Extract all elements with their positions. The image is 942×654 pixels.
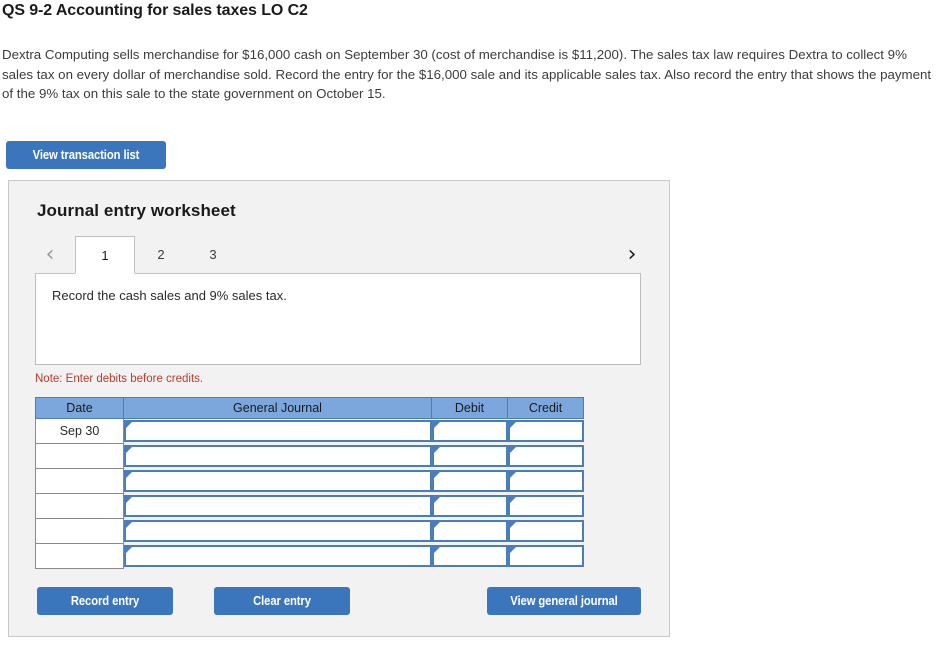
column-header-debit: Debit xyxy=(431,397,508,419)
date-cell[interactable] xyxy=(35,468,124,494)
column-header-credit: Credit xyxy=(507,397,584,419)
credit-cell xyxy=(507,518,584,544)
date-cell[interactable] xyxy=(35,443,124,469)
credit-cell xyxy=(507,543,584,569)
journal-entry-worksheet-panel: Journal entry worksheet ‹ 1 2 3 › Record… xyxy=(8,180,670,637)
credit-cell xyxy=(507,468,584,494)
debit-input[interactable] xyxy=(431,470,508,492)
general-journal-cell xyxy=(123,418,432,444)
debit-input[interactable] xyxy=(431,545,508,567)
column-header-general-journal: General Journal xyxy=(123,397,432,419)
table-row xyxy=(35,443,584,469)
debit-cell xyxy=(431,543,508,569)
date-cell[interactable] xyxy=(35,543,124,569)
table-row xyxy=(35,518,584,544)
credit-input[interactable] xyxy=(507,420,584,443)
table-row xyxy=(35,468,584,494)
record-entry-label: Record entry xyxy=(70,594,140,608)
view-general-journal-button[interactable]: View general journal xyxy=(487,587,641,615)
general-journal-input[interactable] xyxy=(124,545,432,567)
table-header-row: Date General Journal Debit Credit xyxy=(35,397,584,419)
general-journal-cell xyxy=(123,518,432,544)
worksheet-tab-1[interactable]: 1 xyxy=(75,236,135,274)
debit-input[interactable] xyxy=(431,445,508,467)
debit-cell xyxy=(431,443,508,469)
clear-entry-label: Clear entry xyxy=(253,594,311,608)
general-journal-input[interactable] xyxy=(124,470,432,492)
debit-input[interactable] xyxy=(431,495,508,517)
general-journal-input[interactable] xyxy=(124,520,432,542)
debit-input[interactable] xyxy=(431,420,508,443)
date-cell[interactable] xyxy=(35,518,124,544)
table-row xyxy=(35,493,584,519)
credit-input[interactable] xyxy=(507,520,584,542)
entry-description-box: Record the cash sales and 9% sales tax. xyxy=(35,274,641,365)
date-cell[interactable] xyxy=(35,493,124,519)
worksheet-tab-3[interactable]: 3 xyxy=(187,236,239,274)
debits-before-credits-note: Note: Enter debits before credits. xyxy=(35,373,204,385)
credit-input[interactable] xyxy=(507,470,584,492)
general-journal-input[interactable] xyxy=(124,495,432,517)
view-transaction-list-button[interactable]: View transaction list xyxy=(6,141,166,169)
debit-cell xyxy=(431,518,508,544)
question-body-text: Dextra Computing sells merchandise for $… xyxy=(2,47,932,101)
column-header-date: Date xyxy=(35,397,124,419)
worksheet-heading: Journal entry worksheet xyxy=(37,201,236,220)
table-row: Sep 30 xyxy=(35,418,584,444)
general-journal-cell xyxy=(123,493,432,519)
general-journal-input[interactable] xyxy=(124,420,432,443)
view-transaction-list-label: View transaction list xyxy=(32,148,140,162)
journal-entry-table: Date General Journal Debit Credit Sep 30 xyxy=(35,397,584,569)
credit-cell xyxy=(507,418,584,444)
debit-cell xyxy=(431,468,508,494)
record-entry-button[interactable]: Record entry xyxy=(37,587,173,615)
general-journal-cell xyxy=(123,443,432,469)
entry-description-text: Record the cash sales and 9% sales tax. xyxy=(52,288,287,303)
credit-cell xyxy=(507,493,584,519)
page-title: QS 9-2 Accounting for sales taxes LO C2 xyxy=(2,2,308,19)
debit-cell xyxy=(431,418,508,444)
credit-input[interactable] xyxy=(507,495,584,517)
worksheet-tab-2[interactable]: 2 xyxy=(135,236,187,274)
credit-cell xyxy=(507,443,584,469)
worksheet-tab-strip: ‹ 1 2 3 › xyxy=(35,236,641,274)
view-general-journal-label: View general journal xyxy=(510,594,618,608)
chevron-right-icon[interactable]: › xyxy=(621,242,643,268)
table-row xyxy=(35,543,584,569)
debit-input[interactable] xyxy=(431,520,508,542)
date-cell[interactable]: Sep 30 xyxy=(35,418,124,444)
credit-input[interactable] xyxy=(507,545,584,567)
general-journal-cell xyxy=(123,543,432,569)
chevron-left-icon[interactable]: ‹ xyxy=(39,242,61,268)
debit-cell xyxy=(431,493,508,519)
general-journal-input[interactable] xyxy=(124,445,432,467)
clear-entry-button[interactable]: Clear entry xyxy=(214,587,350,615)
general-journal-cell xyxy=(123,468,432,494)
credit-input[interactable] xyxy=(507,445,584,467)
